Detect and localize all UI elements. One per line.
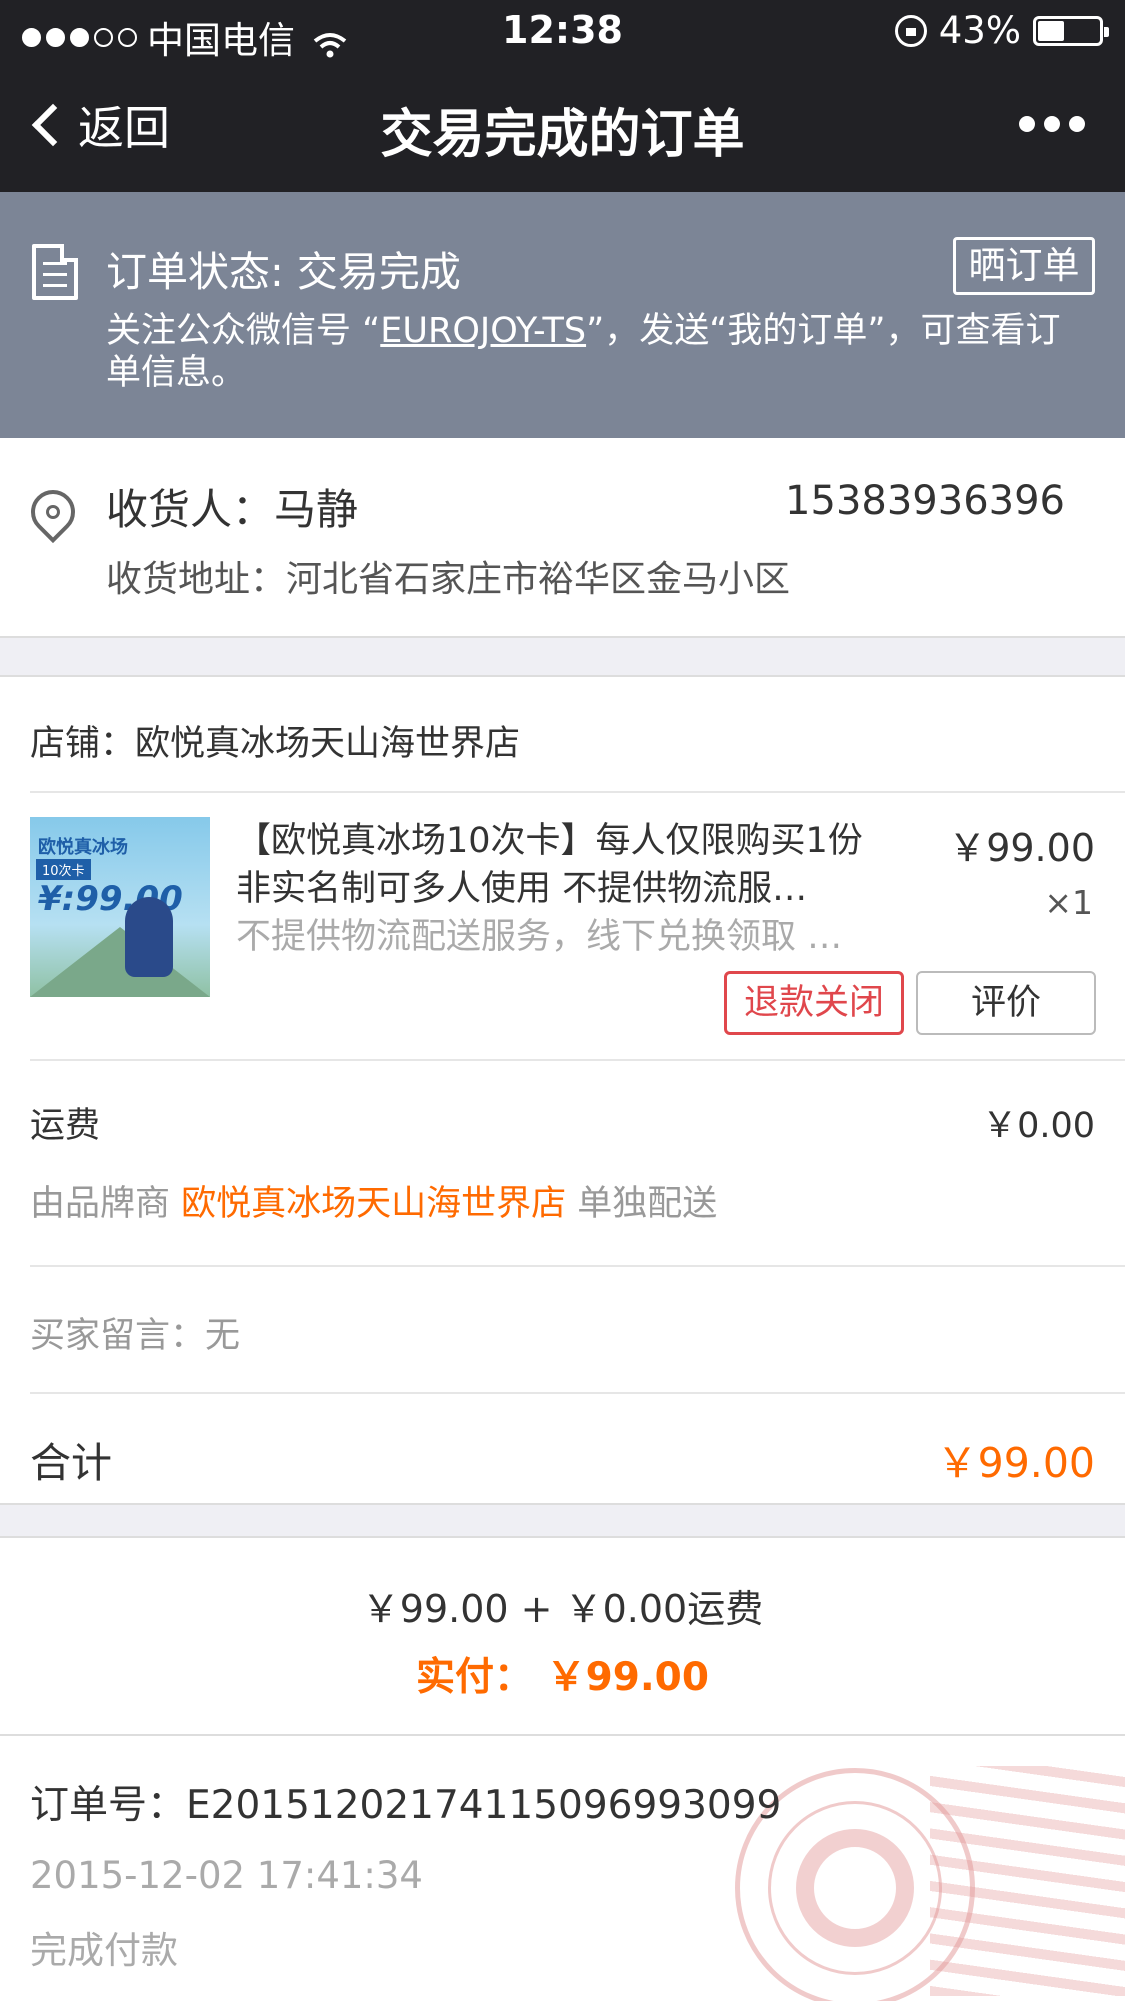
order-status-text: 订单状态: 交易完成 xyxy=(106,248,461,296)
order-info: 订单号：E20151202174115096993099 2015-12-02 … xyxy=(0,1736,1125,2001)
shipping-shop: 欧悦真冰场天山海世界店 xyxy=(181,1184,567,1224)
divider xyxy=(30,791,1125,793)
product-quantity: ×1 xyxy=(1044,883,1093,922)
status-bar: 中国电信 12:38 43% xyxy=(0,0,1125,62)
status-right: 43% xyxy=(894,9,1109,52)
top-bar: 中国电信 12:38 43% 返回 交易完成的订单 xyxy=(0,0,1125,192)
shipping-note: 由品牌商 欧悦真冰场天山海世界店 单独配送 xyxy=(30,1175,717,1226)
share-order-button[interactable]: 晒订单 xyxy=(953,237,1095,295)
receiver-name: 收货人：马静 xyxy=(106,485,359,534)
more-icon[interactable] xyxy=(1019,116,1085,132)
divider xyxy=(30,1059,1125,1061)
thumb-mountain xyxy=(30,927,210,997)
product-thumbnail[interactable]: 欧悦真冰场 10次卡 ¥:99.00 xyxy=(30,817,210,997)
product-title: 【欧悦真冰场10次卡】每人仅限购买1份 非实名制可多人使用 不提供物流服… xyxy=(236,821,863,909)
shipping-suffix: 单独配送 xyxy=(566,1184,718,1224)
tip-prefix: 关注公众微信号 “ xyxy=(106,311,381,351)
order-card: 店铺：欧悦真冰场天山海世界店 欧悦真冰场 10次卡 ¥:99.00 【欧悦真冰场… xyxy=(0,675,1125,1505)
review-button[interactable]: 评价 xyxy=(916,971,1096,1035)
location-pin-icon xyxy=(21,480,85,544)
divider xyxy=(30,1392,1125,1394)
shipping-address: 收货人：马静 15383936396 收货地址：河北省石家庄市裕华区金马小区 xyxy=(0,438,1125,638)
total-label: 合计 xyxy=(30,1439,112,1487)
refund-closed-button[interactable]: 退款关闭 xyxy=(724,971,904,1035)
shop-name[interactable]: 店铺：欧悦真冰场天山海世界店 xyxy=(30,715,520,766)
page-title: 交易完成的订单 xyxy=(380,105,745,165)
freight-value: ￥0.00 xyxy=(982,1106,1095,1146)
document-icon xyxy=(32,244,78,300)
order-status-banner: 订单状态: 交易完成 晒订单 关注公众微信号 “EUROJOY-TS”，发送“我… xyxy=(0,192,1125,438)
shipping-prefix: 由品牌商 xyxy=(30,1184,182,1224)
product-info[interactable]: 【欧悦真冰场10次卡】每人仅限购买1份 非实名制可多人使用 不提供物流服… 不提… xyxy=(236,817,876,961)
divider xyxy=(30,1265,1125,1267)
total-value: ￥99.00 xyxy=(936,1439,1095,1487)
thumb-brand: 欧悦真冰场 xyxy=(38,837,128,858)
product-subtitle: 不提供物流配送服务，线下兑换领取 … xyxy=(236,917,843,957)
thumb-skater xyxy=(125,897,173,977)
rotation-lock-icon xyxy=(894,14,927,47)
actual-paid: 实付： ￥99.00 xyxy=(416,1655,709,1700)
payment-calculation: ￥99.00 + ￥0.00运费 xyxy=(361,1587,764,1631)
stamp-wave-lines xyxy=(930,1766,1125,1996)
battery-icon xyxy=(1033,15,1109,46)
thumb-tag: 10次卡 xyxy=(36,859,91,880)
wechat-tip: 关注公众微信号 “EUROJOY-TS”，发送“我的订单”，可查看订单信息。 xyxy=(106,310,1086,394)
payment-status: 完成付款 xyxy=(30,1929,178,1972)
freight-label: 运费 xyxy=(30,1106,101,1146)
product-price: ￥99.00 xyxy=(948,826,1095,870)
order-number: 订单号：E20151202174115096993099 xyxy=(30,1783,782,1828)
nav-bar: 返回 交易完成的订单 xyxy=(0,62,1125,192)
buyer-message: 买家留言：无 xyxy=(30,1316,241,1356)
wechat-account-link[interactable]: EUROJOY-TS xyxy=(380,311,586,351)
receiver-phone: 15383936396 xyxy=(785,478,1065,524)
order-datetime: 2015-12-02 17:41:34 xyxy=(30,1854,423,1897)
battery-percent: 43% xyxy=(938,9,1021,52)
receiver-address: 收货地址：河北省石家庄市裕华区金马小区 xyxy=(106,559,791,600)
payment-summary: ￥99.00 + ￥0.00运费 实付： ￥99.00 xyxy=(0,1536,1125,1736)
